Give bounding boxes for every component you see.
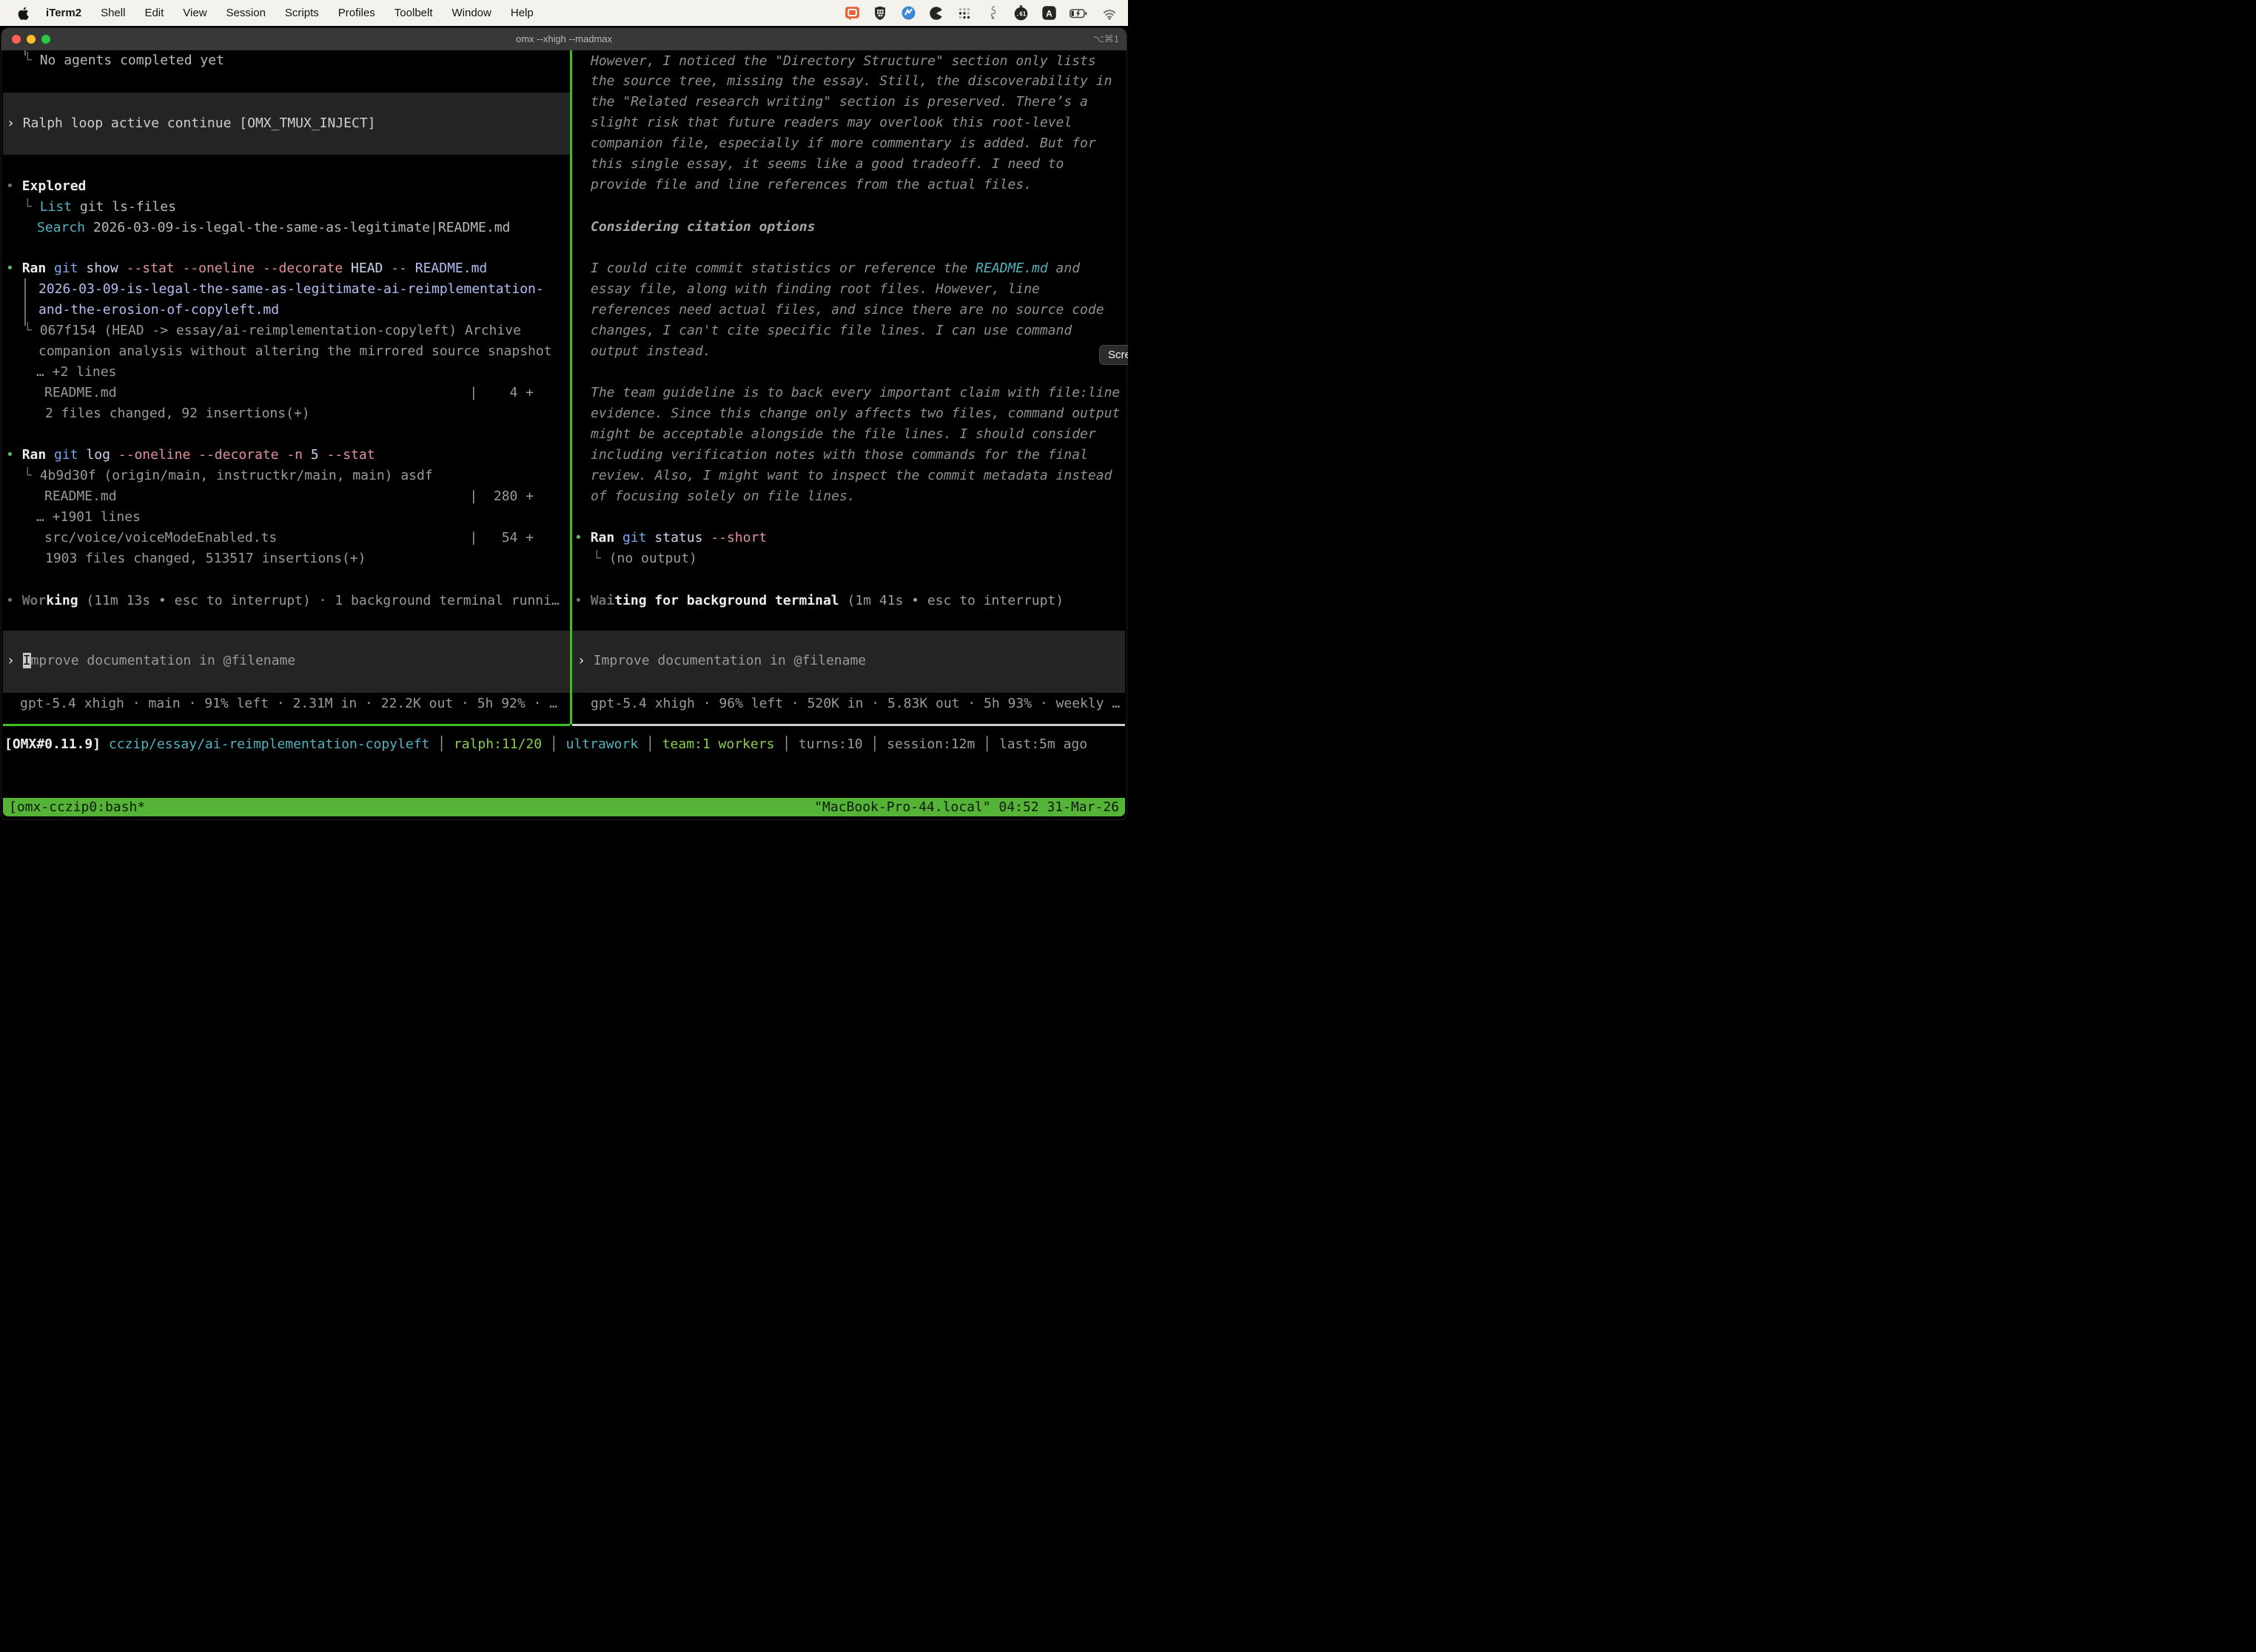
terminal-line: the source tree, missing the essay. Stil… (591, 71, 1112, 92)
terminal-line: The team guideline is to back every impo… (591, 383, 1120, 403)
terminal-line: essay file, along with finding root file… (591, 279, 1040, 300)
model-status-left: gpt-5.4 xhigh · main · 91% left · 2.31M … (20, 694, 557, 714)
terminal-line: Search 2026-03-09-is-legal-the-same-as-l… (37, 218, 510, 238)
terminal-line: of focusing solely on file lines. (591, 486, 856, 507)
prompt-input-right[interactable]: › Improve documentation in @filename (577, 651, 866, 671)
terminal-line: might be acceptable alongside the file l… (591, 424, 1096, 445)
terminal-line: review. Also, I might want to inspect th… (591, 466, 1112, 486)
prompt-input-left[interactable]: › Improve documentation in @filename (7, 651, 295, 671)
terminal-line: 2 files changed, 92 insertions(+) (45, 403, 310, 424)
terminal-line: evidence. Since this change only affects… (591, 403, 1120, 424)
screen: iTerm2ShellEditViewSessionScriptsProfile… (0, 0, 1128, 826)
terminal-line: and-the-erosion-of-copyleft.md (38, 300, 279, 320)
terminal-line: 2026-03-09-is-legal-the-same-as-legitima… (38, 279, 544, 300)
reasoning-heading: Considering citation options (591, 217, 815, 238)
omx-status-line: [OMX#0.11.9] cczip/essay/ai-reimplementa… (4, 734, 1087, 755)
waiting-status: • Waiting for background terminal (1m 41… (574, 591, 1064, 611)
explored-header: • Explored (6, 176, 86, 197)
tmux-host-clock: "MacBook-Pro-44.local" 04:52 31-Mar-26 (814, 798, 1119, 816)
ran-git-status: • Ran git status --short (574, 528, 767, 548)
terminal-line: slight risk that future readers may over… (591, 113, 1072, 133)
working-status: • Working (11m 13s • esc to interrupt) ·… (6, 591, 560, 611)
ran-git-show: • Ran git show --stat --oneline --decora… (6, 258, 487, 279)
terminal-lines: └ No agents completed yet › Ralph loop ac… (0, 0, 1128, 826)
terminal-line: the "Related research writing" section i… (591, 92, 1088, 113)
terminal-line: However, I noticed the "Directory Struct… (591, 51, 1096, 72)
terminal-line: └ 4b9d30f (origin/main, instructkr/main,… (24, 466, 433, 486)
model-status-right: gpt-5.4 xhigh · 96% left · 520K in · 5.8… (591, 694, 1120, 714)
terminal-line: output instead. (591, 341, 711, 362)
terminal-line: companion file, especially if more comme… (591, 133, 1096, 154)
no-agents-line: └ No agents completed yet (24, 50, 224, 71)
terminal-line: └ List git ls-files (24, 197, 176, 218)
terminal-line: references need actual files, and since … (591, 300, 1104, 320)
terminal-line: … +2 lines (36, 362, 116, 383)
terminal-line: └ (no output) (593, 548, 697, 569)
terminal-line: changes, I can't cite specific file line… (591, 320, 1072, 341)
terminal-line: I could cite commit statistics or refere… (591, 258, 1080, 279)
ran-git-log: • Ran git log --oneline --decorate -n 5 … (6, 445, 375, 466)
tmux-status-bar: [omx-cczip0:bash* "MacBook-Pro-44.local"… (3, 798, 1125, 816)
screen-tooltip: Scre (1099, 345, 1128, 365)
terminal-line: this single essay, it seems like a good … (591, 154, 1064, 175)
terminal-line: 1903 files changed, 513517 insertions(+) (45, 548, 366, 569)
ralph-loop-line: › Ralph loop active continue [OMX_TMUX_I… (7, 113, 376, 134)
terminal-line: README.md | 4 + (44, 383, 534, 403)
terminal-line: … +1901 lines (36, 507, 141, 528)
terminal-line: └ 067f154 (HEAD -> essay/ai-reimplementa… (24, 320, 521, 341)
terminal-line: companion analysis without altering the … (38, 341, 552, 362)
terminal-line: README.md | 280 + (44, 486, 534, 507)
terminal-line: provide file and line references from th… (591, 175, 1032, 195)
terminal-line: including verification notes with those … (591, 445, 1088, 466)
tmux-session-label[interactable]: [omx-cczip0:bash* (9, 798, 145, 816)
terminal-line: src/voice/voiceModeEnabled.ts | 54 + (44, 528, 534, 548)
